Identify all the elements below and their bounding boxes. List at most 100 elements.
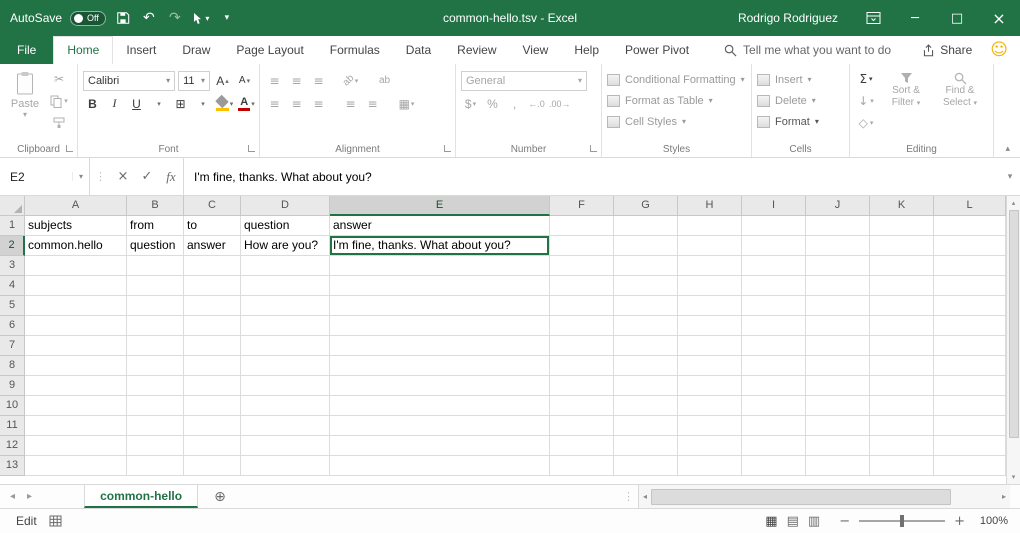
borders-dropdown-icon[interactable]: ▾ bbox=[201, 100, 205, 108]
cell-H4[interactable] bbox=[678, 276, 742, 296]
align-left-button[interactable]: ≡ bbox=[265, 94, 284, 114]
cell-B13[interactable] bbox=[127, 456, 184, 476]
cell-G6[interactable] bbox=[614, 316, 678, 336]
redo-button[interactable]: ↷ bbox=[166, 6, 184, 30]
column-header-B[interactable]: B bbox=[127, 196, 184, 216]
cell-J10[interactable] bbox=[806, 396, 870, 416]
cell-D8[interactable] bbox=[241, 356, 330, 376]
row-header-13[interactable]: 13 bbox=[0, 456, 25, 476]
sort-filter-button[interactable]: Sort & Filter ▾ bbox=[881, 69, 931, 133]
cell-C13[interactable] bbox=[184, 456, 241, 476]
increase-decimal-button[interactable]: ←.0 bbox=[527, 94, 546, 114]
column-header-F[interactable]: F bbox=[550, 196, 614, 216]
cell-B8[interactable] bbox=[127, 356, 184, 376]
cell-C11[interactable] bbox=[184, 416, 241, 436]
fill-color-button[interactable]: ▾ bbox=[215, 94, 234, 114]
cell-D9[interactable] bbox=[241, 376, 330, 396]
cell-H12[interactable] bbox=[678, 436, 742, 456]
cell-K10[interactable] bbox=[870, 396, 934, 416]
name-box-dropdown-icon[interactable]: ▾ bbox=[72, 172, 89, 181]
name-box[interactable]: E2 ▾ bbox=[0, 158, 90, 195]
cell-J3[interactable] bbox=[806, 256, 870, 276]
cell-E9[interactable] bbox=[330, 376, 550, 396]
copy-button[interactable]: ▾ bbox=[48, 91, 70, 111]
cell-F13[interactable] bbox=[550, 456, 614, 476]
cell-L8[interactable] bbox=[934, 356, 1006, 376]
cell-D12[interactable] bbox=[241, 436, 330, 456]
format-painter-button[interactable] bbox=[48, 113, 70, 133]
share-button[interactable]: Share bbox=[922, 36, 972, 64]
cell-B12[interactable] bbox=[127, 436, 184, 456]
cell-H3[interactable] bbox=[678, 256, 742, 276]
cell-F5[interactable] bbox=[550, 296, 614, 316]
cell-H6[interactable] bbox=[678, 316, 742, 336]
bold-button[interactable]: B bbox=[83, 94, 102, 114]
cell-C8[interactable] bbox=[184, 356, 241, 376]
tab-view[interactable]: View bbox=[510, 36, 562, 64]
cell-E11[interactable] bbox=[330, 416, 550, 436]
orientation-button[interactable]: ab▾ bbox=[341, 71, 360, 91]
cell-F11[interactable] bbox=[550, 416, 614, 436]
zoom-slider-thumb[interactable] bbox=[900, 515, 904, 527]
previous-sheet-icon[interactable]: ◂ bbox=[10, 491, 15, 502]
cell-G1[interactable] bbox=[614, 216, 678, 236]
cell-F1[interactable] bbox=[550, 216, 614, 236]
cell-G8[interactable] bbox=[614, 356, 678, 376]
ribbon-display-options-button[interactable] bbox=[852, 0, 894, 36]
zoom-out-button[interactable]: − bbox=[839, 514, 850, 529]
column-header-J[interactable]: J bbox=[806, 196, 870, 216]
cell-D1[interactable]: question bbox=[241, 216, 330, 236]
cell-K1[interactable] bbox=[870, 216, 934, 236]
autosave-toggle[interactable]: Off bbox=[70, 11, 106, 26]
borders-button[interactable]: ⊞ bbox=[171, 94, 190, 114]
tab-formulas[interactable]: Formulas bbox=[317, 36, 393, 64]
number-format-combo[interactable]: General ▾ bbox=[461, 71, 587, 91]
insert-cells-button[interactable]: Insert ▾ bbox=[757, 69, 844, 90]
maximize-button[interactable]: □ bbox=[936, 0, 978, 36]
percent-format-button[interactable]: % bbox=[483, 94, 502, 114]
fill-button[interactable]: ↓▾ bbox=[855, 91, 877, 111]
cell-K2[interactable] bbox=[870, 236, 934, 256]
cell-A7[interactable] bbox=[25, 336, 127, 356]
cell-K12[interactable] bbox=[870, 436, 934, 456]
row-header-8[interactable]: 8 bbox=[0, 356, 25, 376]
align-right-button[interactable]: ≡ bbox=[309, 94, 328, 114]
cell-J1[interactable] bbox=[806, 216, 870, 236]
cell-K4[interactable] bbox=[870, 276, 934, 296]
cell-A2[interactable]: common.hello bbox=[25, 236, 127, 256]
cell-I4[interactable] bbox=[742, 276, 806, 296]
decrease-indent-button[interactable]: ≡ bbox=[341, 94, 360, 114]
cell-J6[interactable] bbox=[806, 316, 870, 336]
cell-C4[interactable] bbox=[184, 276, 241, 296]
cell-I9[interactable] bbox=[742, 376, 806, 396]
cell-F12[interactable] bbox=[550, 436, 614, 456]
cell-B2[interactable]: question bbox=[127, 236, 184, 256]
cell-I10[interactable] bbox=[742, 396, 806, 416]
cell-I8[interactable] bbox=[742, 356, 806, 376]
cell-I13[interactable] bbox=[742, 456, 806, 476]
cell-A1[interactable]: subjects bbox=[25, 216, 127, 236]
undo-button[interactable]: ↶ bbox=[140, 6, 158, 30]
insert-function-button[interactable]: fx bbox=[159, 158, 183, 195]
cell-L13[interactable] bbox=[934, 456, 1006, 476]
zoom-level[interactable]: 100% bbox=[974, 515, 1008, 527]
zoom-slider[interactable] bbox=[859, 520, 945, 522]
wrap-text-button[interactable]: ab bbox=[375, 71, 394, 91]
vertical-scrollbar-thumb[interactable] bbox=[1009, 210, 1019, 438]
row-header-3[interactable]: 3 bbox=[0, 256, 25, 276]
cell-G13[interactable] bbox=[614, 456, 678, 476]
tab-home[interactable]: Home bbox=[53, 36, 113, 64]
cell-L5[interactable] bbox=[934, 296, 1006, 316]
page-break-view-button[interactable]: ▥ bbox=[808, 514, 820, 529]
row-header-11[interactable]: 11 bbox=[0, 416, 25, 436]
cell-B4[interactable] bbox=[127, 276, 184, 296]
tab-help[interactable]: Help bbox=[561, 36, 612, 64]
cell-I1[interactable] bbox=[742, 216, 806, 236]
shrink-font-button[interactable]: A▾ bbox=[235, 71, 254, 91]
row-header-10[interactable]: 10 bbox=[0, 396, 25, 416]
tab-draw[interactable]: Draw bbox=[169, 36, 223, 64]
page-layout-view-button[interactable]: ▤ bbox=[787, 514, 799, 529]
scroll-down-icon[interactable]: ▾ bbox=[1012, 470, 1016, 484]
cell-J8[interactable] bbox=[806, 356, 870, 376]
column-header-H[interactable]: H bbox=[678, 196, 742, 216]
